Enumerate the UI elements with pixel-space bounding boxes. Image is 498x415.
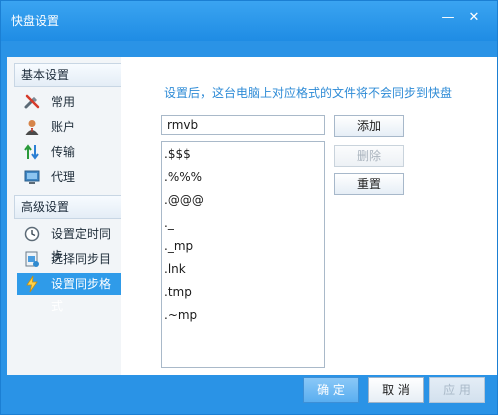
list-item[interactable]: .@@@ <box>164 192 314 208</box>
list-item[interactable]: .~mp <box>164 307 314 323</box>
sidebar-item-sync-folder[interactable]: 选择同步目录 <box>17 248 121 288</box>
extension-list[interactable]: .$$$ .%%% .@@@ ._ ._mp .lnk .tmp .~mp <box>161 141 325 368</box>
sidebar-item-label: 账户 <box>51 120 76 134</box>
sidebar-item-proxy[interactable]: 代理 <box>17 166 121 188</box>
sidebar: 基本设置 常用 账户 传输 代理 高级设置 设置定时同步 选择同步目 设置同步格… <box>7 57 122 375</box>
add-button[interactable]: 添加 <box>334 115 404 137</box>
clock-icon <box>23 225 41 243</box>
minimize-button[interactable]: — <box>437 9 459 27</box>
close-button[interactable]: ✕ <box>463 9 485 27</box>
user-icon <box>23 118 41 136</box>
sidebar-item-sync-format[interactable]: 设置同步格式 <box>17 273 121 313</box>
delete-button[interactable]: 删除 <box>334 145 404 167</box>
sidebar-item-label: 设置同步格式 <box>51 277 112 313</box>
advanced-settings-header: 高级设置 <box>14 195 122 219</box>
sidebar-item-label: 常用 <box>51 95 76 109</box>
tools-icon <box>23 93 41 111</box>
content-panel: 设置后，这台电脑上对应格式的文件将不会同步到快盘 .$$$ .%%% .@@@ … <box>121 57 497 375</box>
list-item[interactable]: .lnk <box>164 261 314 277</box>
list-item[interactable]: .$$$ <box>164 146 314 162</box>
list-item[interactable]: .%%% <box>164 169 314 185</box>
sidebar-item-label: 代理 <box>51 170 76 184</box>
lightning-icon <box>23 275 41 293</box>
title-bar[interactable]: 快盘设置 — ✕ <box>1 1 497 41</box>
extension-input[interactable] <box>161 115 325 135</box>
monitor-icon <box>23 168 41 186</box>
list-item[interactable]: ._mp <box>164 238 314 254</box>
ok-button[interactable]: 确 定 <box>303 377 359 403</box>
hint-text: 设置后，这台电脑上对应格式的文件将不会同步到快盘 <box>164 86 453 100</box>
cancel-button[interactable]: 取 消 <box>368 377 424 403</box>
sidebar-item-account[interactable]: 账户 <box>17 116 121 138</box>
list-item[interactable]: .tmp <box>164 284 314 300</box>
settings-window: 快盘设置 — ✕ 基本设置 常用 账户 传输 代理 高级设置 设置定时同步 选择… <box>0 0 498 415</box>
sidebar-item-transfer[interactable]: 传输 <box>17 141 121 163</box>
basic-settings-header: 基本设置 <box>14 63 122 87</box>
sidebar-item-general[interactable]: 常用 <box>17 91 121 113</box>
sidebar-item-label: 传输 <box>51 145 76 159</box>
folder-icon <box>23 250 41 268</box>
reset-button[interactable]: 重置 <box>334 173 404 195</box>
list-item[interactable]: ._ <box>164 215 314 231</box>
sidebar-item-scheduled-sync[interactable]: 设置定时同步 <box>17 223 121 263</box>
window-title: 快盘设置 <box>11 14 60 28</box>
apply-button[interactable]: 应 用 <box>429 377 485 403</box>
transfer-arrows-icon <box>23 143 41 161</box>
